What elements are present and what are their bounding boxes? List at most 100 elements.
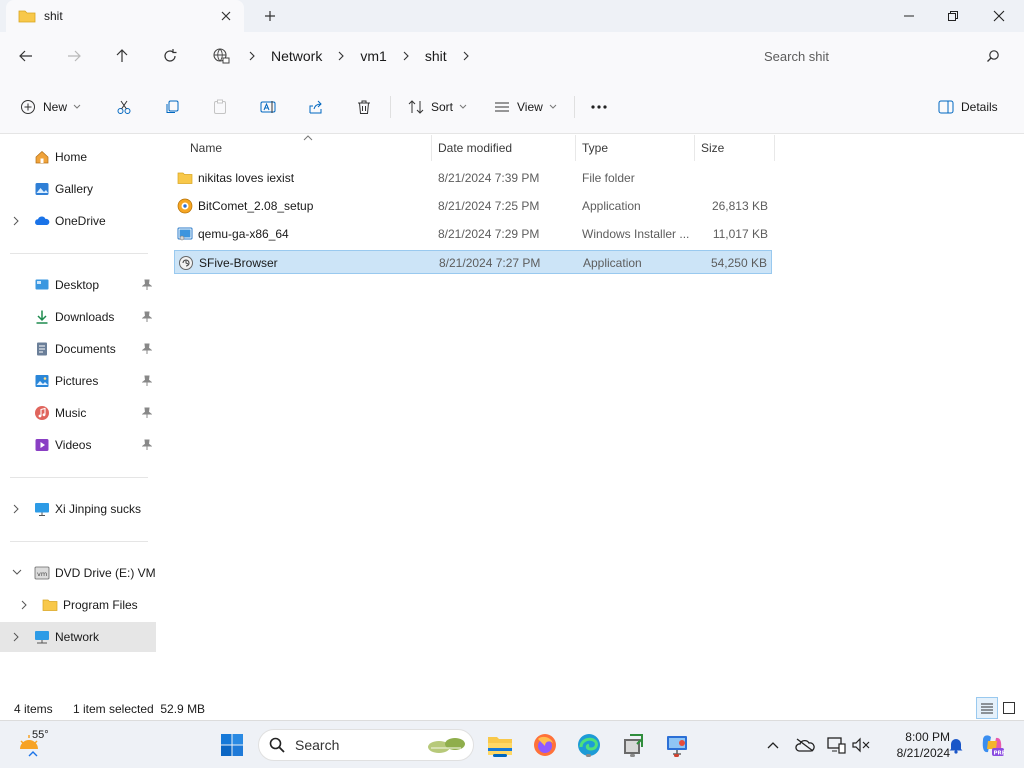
sidebar-item-downloads[interactable]: Downloads — [0, 302, 156, 332]
copilot-button[interactable]: PRE — [978, 721, 1006, 768]
sort-button[interactable]: Sort — [408, 94, 467, 120]
file-row[interactable]: BitComet_2.08_setup 8/21/2024 7:25 PM Ap… — [174, 194, 772, 218]
network-tray[interactable] — [826, 721, 848, 768]
edge-taskbar[interactable] — [575, 731, 603, 759]
share-icon — [309, 100, 322, 114]
chevron-right-icon — [249, 51, 255, 61]
pin-icon[interactable] — [142, 279, 152, 291]
column-header-name[interactable]: Name — [184, 135, 432, 161]
installer-icon — [177, 227, 193, 241]
pin-icon[interactable] — [142, 375, 152, 387]
delete-button[interactable] — [356, 94, 372, 120]
show-hidden-icons-button[interactable] — [762, 721, 784, 768]
chevron-right-icon[interactable] — [12, 504, 20, 514]
sidebar-item-this-pc[interactable]: Xi Jinping sucks — [0, 494, 156, 524]
sidebar-item-music[interactable]: Music — [0, 398, 156, 428]
downloads-icon — [36, 310, 48, 324]
pin-icon[interactable] — [142, 439, 152, 451]
sidebar-item-dvd-drive[interactable]: vm DVD Drive (E:) VMware Tools — [0, 558, 156, 588]
svg-text:vm: vm — [37, 570, 47, 578]
sidebar-item-pictures[interactable]: Pictures — [0, 366, 156, 396]
desktop-icon — [35, 279, 49, 290]
close-button[interactable] — [976, 0, 1022, 32]
chevron-right-icon[interactable] — [336, 51, 346, 61]
pin-icon[interactable] — [142, 343, 152, 355]
more-options-button[interactable] — [590, 94, 608, 120]
breadcrumb-shit[interactable]: shit — [425, 48, 447, 64]
chevron-down-icon[interactable] — [12, 568, 22, 576]
sidebar-item-gallery[interactable]: Gallery — [0, 174, 156, 204]
up-button[interactable] — [110, 44, 134, 68]
column-header-size[interactable]: Size — [695, 135, 775, 161]
breadcrumb-network[interactable]: Network — [271, 48, 322, 64]
paste-button[interactable] — [212, 94, 228, 120]
rename-icon — [260, 101, 276, 113]
weather-widget[interactable]: 55° — [18, 727, 54, 761]
sidebar-item-onedrive[interactable]: OneDrive — [0, 206, 156, 236]
chevron-right-icon[interactable] — [401, 51, 411, 61]
chevron-right-icon[interactable] — [461, 51, 471, 61]
tab-shit[interactable]: shit — [6, 0, 244, 32]
trash-icon — [358, 100, 370, 114]
file-size: 11,017 KB — [712, 227, 768, 241]
view-button[interactable]: View — [494, 94, 557, 120]
sidebar-item-home[interactable]: Home — [0, 142, 156, 172]
notifications-button[interactable] — [946, 721, 966, 768]
back-button[interactable] — [14, 44, 38, 68]
sidebar-item-desktop[interactable]: Desktop — [0, 270, 156, 300]
file-explorer-taskbar[interactable] — [486, 731, 514, 759]
share-button[interactable] — [308, 94, 324, 120]
details-view-button[interactable] — [976, 697, 998, 719]
copy-button[interactable] — [164, 94, 180, 120]
pin-icon[interactable] — [142, 311, 152, 323]
taskbar-search[interactable]: Search — [258, 729, 474, 761]
new-tab-icon[interactable] — [262, 8, 278, 24]
file-row-selected[interactable]: SFive-Browser 8/21/2024 7:27 PM Applicat… — [174, 250, 772, 274]
chevron-right-icon[interactable] — [12, 632, 20, 642]
file-row[interactable]: nikitas loves iexist 8/21/2024 7:39 PM F… — [174, 166, 772, 190]
close-tab-icon[interactable] — [218, 8, 234, 24]
new-button[interactable]: New — [20, 94, 81, 120]
column-label: Date modified — [438, 141, 513, 155]
details-label: Details — [961, 100, 998, 114]
chevron-right-icon[interactable] — [12, 216, 20, 226]
minimize-button[interactable] — [886, 0, 932, 32]
sidebar-item-label: Home — [55, 150, 88, 164]
column-header-date[interactable]: Date modified — [432, 135, 576, 161]
music-icon — [35, 406, 49, 420]
cut-button[interactable] — [116, 94, 132, 120]
pin-icon[interactable] — [142, 407, 152, 419]
sidebar-item-label: Music — [55, 406, 87, 420]
file-date: 8/21/2024 7:25 PM — [438, 199, 540, 213]
search-input[interactable]: Search shit — [746, 40, 1012, 72]
windows-logo-icon — [221, 734, 243, 756]
forward-button[interactable] — [62, 44, 86, 68]
breadcrumb-vm1[interactable]: vm1 — [360, 48, 386, 64]
onedrive-tray[interactable] — [794, 721, 816, 768]
sidebar-item-videos[interactable]: Videos — [0, 430, 156, 460]
refresh-button[interactable] — [158, 44, 182, 68]
remote-desktop-taskbar[interactable] — [663, 731, 691, 759]
rename-button[interactable] — [260, 94, 278, 120]
large-icons-view-button[interactable] — [998, 697, 1020, 719]
home-icon — [35, 151, 49, 164]
firefox-taskbar[interactable] — [531, 731, 559, 759]
clock[interactable]: 8:00 PM 8/21/2024 — [876, 729, 950, 761]
chevron-right-icon[interactable] — [20, 600, 28, 610]
volume-tray[interactable] — [850, 721, 872, 768]
arrow-left-icon — [19, 50, 32, 62]
file-date: 8/21/2024 7:39 PM — [438, 171, 540, 185]
sidebar-item-documents[interactable]: Documents — [0, 334, 156, 364]
maximize-button[interactable] — [930, 0, 976, 32]
installer-taskbar[interactable] — [619, 731, 647, 759]
sidebar-item-network[interactable]: Network — [0, 622, 156, 652]
divider — [574, 96, 575, 118]
chevron-up-icon — [767, 742, 779, 749]
start-button[interactable] — [218, 731, 246, 759]
chevron-down-icon — [73, 104, 81, 109]
column-header-type[interactable]: Type — [576, 135, 695, 161]
sidebar-item-program-files[interactable]: Program Files — [0, 590, 156, 620]
file-row[interactable]: qemu-ga-x86_64 8/21/2024 7:29 PM Windows… — [174, 222, 772, 246]
restore-icon — [948, 11, 958, 21]
details-button[interactable]: Details — [938, 94, 998, 120]
